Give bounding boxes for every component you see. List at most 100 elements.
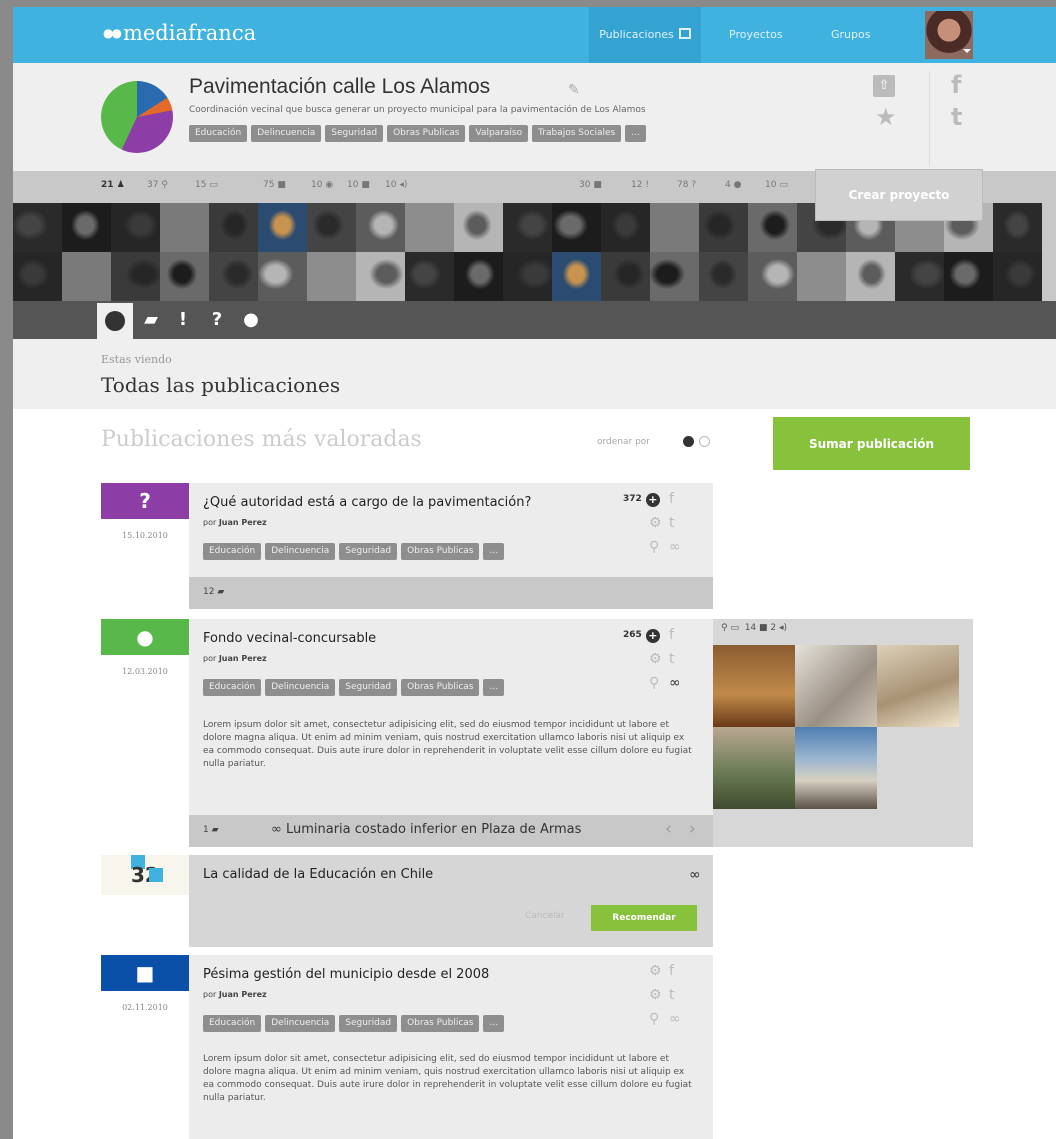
twitter-icon[interactable]: t: [669, 651, 675, 667]
tag[interactable]: Obras Publicas: [401, 543, 480, 560]
author-name[interactable]: Juan Perez: [219, 990, 267, 999]
tag[interactable]: Obras Publicas: [401, 1015, 480, 1032]
twitter-icon[interactable]: t: [951, 103, 962, 131]
member-photo[interactable]: [258, 203, 307, 252]
member-photo[interactable]: [454, 252, 503, 301]
edit-pencil-icon[interactable]: ✎: [568, 82, 580, 98]
gear-icon[interactable]: ⚙: [649, 515, 662, 531]
search-icon[interactable]: ⚲: [649, 1011, 659, 1027]
crear-proyecto-button[interactable]: Crear proyecto: [815, 169, 983, 221]
member-photo[interactable]: [356, 252, 405, 301]
tag[interactable]: Educación: [203, 679, 262, 696]
post-card[interactable]: Pésima gestión del municipio desde el 20…: [189, 955, 713, 1139]
star-icon[interactable]: ★: [875, 103, 897, 131]
facebook-icon[interactable]: f: [669, 963, 674, 979]
facebook-icon[interactable]: f: [669, 491, 674, 507]
search-icon[interactable]: ⚲: [649, 675, 659, 691]
member-photo[interactable]: [748, 203, 797, 252]
tag[interactable]: Delincuencia: [265, 543, 336, 560]
member-photo[interactable]: [895, 252, 944, 301]
prev-arrow-icon[interactable]: ‹: [665, 819, 672, 839]
member-photo[interactable]: [601, 252, 650, 301]
gallery-photo[interactable]: [877, 645, 959, 727]
member-photo[interactable]: [13, 203, 62, 252]
member-photo[interactable]: [552, 252, 601, 301]
member-photo[interactable]: [405, 252, 454, 301]
tag[interactable]: Delincuencia: [251, 125, 322, 142]
gear-icon[interactable]: ⚙: [649, 651, 662, 667]
member-photo[interactable]: [944, 252, 993, 301]
logo[interactable]: ●● mediafranca: [103, 21, 256, 45]
member-photo[interactable]: [552, 203, 601, 252]
recomendar-button[interactable]: Recomendar: [591, 905, 697, 931]
member-photo[interactable]: [797, 252, 846, 301]
member-photo[interactable]: [13, 252, 62, 301]
gear-icon[interactable]: ⚙: [649, 987, 662, 1003]
member-photo[interactable]: [258, 252, 307, 301]
tag[interactable]: Trabajos Sociales: [532, 125, 622, 142]
post-card[interactable]: Fondo vecinal-concursable por Juan Perez…: [189, 619, 713, 815]
member-photo[interactable]: [601, 203, 650, 252]
member-photo[interactable]: [650, 252, 699, 301]
member-photo[interactable]: [993, 252, 1042, 301]
gear-icon[interactable]: ⚙: [649, 963, 662, 979]
member-photo[interactable]: [993, 203, 1042, 252]
gallery-photo[interactable]: [713, 727, 795, 809]
tag-more[interactable]: ...: [625, 125, 646, 142]
member-photo[interactable]: [160, 203, 209, 252]
member-photo[interactable]: [846, 252, 895, 301]
tag[interactable]: Obras Publicas: [401, 679, 480, 696]
member-photo[interactable]: [307, 203, 356, 252]
twitter-icon[interactable]: t: [669, 987, 675, 1003]
share-icon[interactable]: ⇧: [873, 75, 895, 97]
member-photo[interactable]: [1042, 252, 1056, 301]
member-photo[interactable]: [503, 252, 552, 301]
gallery-photo[interactable]: [795, 727, 877, 809]
tag[interactable]: Seguridad: [339, 543, 398, 560]
nav-link-publicaciones[interactable]: Publicaciones: [589, 7, 701, 63]
member-photo[interactable]: [62, 203, 111, 252]
tag-more[interactable]: ...: [483, 1015, 505, 1032]
filter-question-button[interactable]: ?: [203, 306, 231, 334]
sort-rating-icon[interactable]: [683, 436, 694, 447]
member-photo[interactable]: [356, 203, 405, 252]
member-photo[interactable]: [454, 203, 503, 252]
nav-link-grupos[interactable]: Grupos: [831, 7, 870, 63]
member-photo[interactable]: [160, 252, 209, 301]
plus-icon[interactable]: +: [645, 493, 660, 507]
recommend-title[interactable]: La calidad de la Educación en Chile: [203, 867, 433, 882]
user-avatar[interactable]: [925, 11, 973, 59]
link-icon[interactable]: ∞: [689, 867, 701, 883]
sumar-publicacion-button[interactable]: Sumar publicación: [773, 417, 970, 470]
linked-post[interactable]: ∞ Luminaria costado inferior en Plaza de…: [271, 822, 581, 837]
tag[interactable]: Educación: [203, 543, 262, 560]
tag[interactable]: Valparaíso: [469, 125, 529, 142]
member-photo[interactable]: [111, 203, 160, 252]
tag-more[interactable]: ...: [483, 543, 505, 560]
search-icon[interactable]: ⚲: [649, 539, 659, 555]
post-title[interactable]: ¿Qué autoridad está a cargo de la pavime…: [203, 495, 531, 510]
filter-idea-button[interactable]: ●: [237, 306, 265, 334]
tag[interactable]: Seguridad: [325, 125, 384, 142]
nav-link-proyectos[interactable]: Proyectos: [729, 7, 783, 63]
tag[interactable]: Educación: [189, 125, 248, 142]
author-name[interactable]: Juan Perez: [219, 518, 267, 527]
post-title[interactable]: Pésima gestión del municipio desde el 20…: [203, 967, 489, 982]
author-name[interactable]: Juan Perez: [219, 654, 267, 663]
plus-icon[interactable]: +: [645, 629, 660, 643]
post-title[interactable]: Fondo vecinal-concursable: [203, 631, 376, 646]
filter-alert-button[interactable]: !: [169, 306, 197, 334]
link-icon[interactable]: ∞: [669, 675, 681, 691]
tag[interactable]: Educación: [203, 1015, 262, 1032]
link-icon[interactable]: ∞: [669, 1011, 681, 1027]
member-photo[interactable]: [307, 252, 356, 301]
comment-count[interactable]: 1 ▰: [203, 825, 219, 835]
facebook-icon[interactable]: f: [951, 71, 961, 99]
comment-count[interactable]: 12 ▰: [203, 587, 224, 597]
filter-comment-button[interactable]: ▰: [137, 306, 165, 334]
tag[interactable]: Delincuencia: [265, 1015, 336, 1032]
gallery-photo[interactable]: [795, 645, 877, 727]
post-card[interactable]: ¿Qué autoridad está a cargo de la pavime…: [189, 483, 713, 577]
member-photo[interactable]: [1042, 203, 1056, 252]
member-photo[interactable]: [209, 203, 258, 252]
